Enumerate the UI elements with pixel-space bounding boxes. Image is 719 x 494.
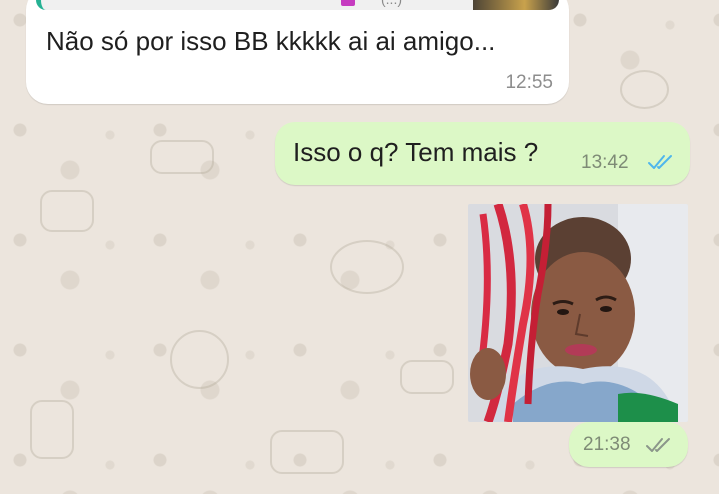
wallpaper-doodle	[150, 140, 214, 174]
quoted-image-thumbnail	[473, 0, 559, 10]
wallpaper-doodle	[30, 400, 74, 459]
emoji-icon	[341, 0, 355, 6]
photo-portrait-image	[468, 204, 688, 422]
incoming-message-bubble[interactable]: (...) Não só por isso BB kkkkk ai ai ami…	[26, 0, 569, 104]
wallpaper-doodle	[400, 360, 454, 394]
message-timestamp: 13:42	[581, 152, 629, 173]
quoted-text: (...)	[381, 0, 402, 7]
wallpaper-doodle	[270, 430, 344, 474]
wallpaper-doodle	[620, 70, 669, 109]
quoted-message-preview[interactable]: (...)	[36, 0, 559, 10]
read-receipt-double-check-icon	[648, 155, 672, 169]
wallpaper-doodle	[40, 190, 94, 232]
message-text: Isso o q? Tem mais ?	[293, 137, 539, 167]
outgoing-message-bubble[interactable]: Isso o q? Tem mais ? 13:42	[275, 122, 690, 185]
message-timestamp: 12:55	[505, 72, 553, 93]
image-message[interactable]	[468, 204, 688, 422]
message-timestamp: 21:38	[583, 434, 631, 455]
message-text: Não só por isso BB kkkkk ai ai amigo...	[46, 26, 496, 56]
wallpaper-doodle	[170, 330, 229, 389]
delivered-double-check-icon	[646, 438, 670, 452]
wallpaper-doodle	[330, 240, 404, 294]
image-message-footer: 21:38	[569, 422, 688, 467]
